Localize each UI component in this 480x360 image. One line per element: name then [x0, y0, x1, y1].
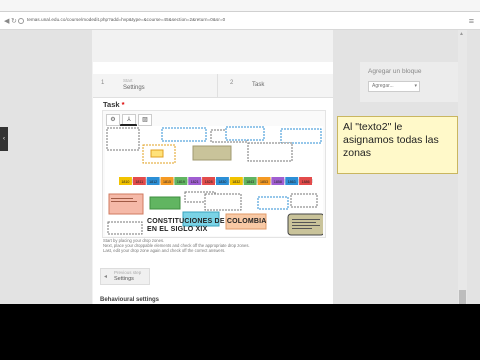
year-label: 1821 [191, 180, 199, 184]
drop-zone[interactable] [290, 193, 318, 208]
drop-zone[interactable] [247, 142, 293, 162]
drop-zone[interactable] [225, 126, 265, 141]
add-block-select[interactable]: Agregar... ▾ [368, 81, 420, 92]
step-number: 2 [230, 80, 234, 86]
side-drawer-toggle[interactable]: ‹ [0, 127, 8, 151]
previous-step-button[interactable]: ◂ Previous step Settings [100, 268, 150, 285]
step-number: 1 [101, 80, 105, 86]
section-heading: Behavioural settings [100, 297, 160, 303]
chevron-up-icon[interactable]: ▲ [459, 31, 464, 37]
chevron-down-icon: ▾ [414, 83, 417, 89]
reload-icon[interactable]: ↻ [11, 17, 17, 25]
year-label: 1853 [260, 180, 268, 184]
year-label: 1815 [163, 180, 171, 184]
scrollbar-thumb[interactable] [459, 290, 466, 304]
step-small-label: Start [123, 78, 133, 83]
drop-zone[interactable] [257, 196, 289, 210]
drop-zone-filled[interactable] [192, 145, 232, 161]
year-label: 1819 [177, 180, 185, 184]
previous-step-small: Previous step [114, 270, 142, 275]
tab-strip [0, 0, 480, 12]
year-label: 1830 [218, 180, 226, 184]
callout-text: Al "texto2" le asignamos todas las zonas [343, 121, 439, 159]
add-block-title: Agregar un bloque [368, 68, 422, 75]
drop-zone[interactable] [204, 193, 242, 211]
drop-zone[interactable] [280, 128, 322, 144]
image-icon[interactable]: ▨ [138, 114, 152, 126]
year-label: 1858 [274, 180, 282, 184]
hint-line: Last, edit your drop zone again and chec… [103, 248, 226, 253]
task-heading: Task * [103, 100, 125, 109]
canvas-heading-line1: CONSTITUCIONES DE COLOMBIA [147, 218, 267, 225]
previous-step-label: Settings [114, 276, 134, 282]
year-label: 1811 [135, 180, 143, 184]
year-label: 1832 [232, 180, 240, 184]
year-label: 1886 [302, 180, 310, 184]
back-icon[interactable]: ◀ [4, 17, 9, 25]
step-task[interactable]: 2 Task [228, 77, 308, 95]
step-label: Task [252, 82, 265, 88]
settings-icon[interactable]: ⚙ [106, 114, 120, 126]
editor-steps: 1 Start Settings 2 Task [93, 74, 333, 98]
drop-zone[interactable] [161, 127, 207, 142]
chevron-left-icon: ◂ [104, 274, 108, 280]
year-label: 1843 [246, 180, 254, 184]
browser-window: ◀ ↻ temas.unal.edu.co/course/modedit.php… [0, 0, 480, 304]
step-label: Settings [123, 85, 145, 91]
step-settings[interactable]: 1 Start Settings [99, 77, 209, 95]
year-label: 1812 [149, 180, 157, 184]
drag-drop-editor: ⚙ ⅄ ▨ Text 1 [102, 110, 326, 238]
annotation-callout: Al "texto2" le asignamos todas las zonas [337, 116, 458, 174]
year-label: 1810 [121, 180, 129, 184]
video-frame: ◀ ↻ temas.unal.edu.co/course/modedit.php… [0, 0, 480, 360]
drop-zone-filled[interactable] [149, 196, 181, 210]
step-divider [217, 74, 218, 98]
canvas-heading: CONSTITUCIONES DE COLOMBIA EN EL SIGLO X… [147, 218, 287, 234]
drop-zone-filled[interactable] [108, 193, 144, 215]
required-marker: * [121, 100, 125, 109]
editor-instructions: Start by placing your drop zones. Next, … [103, 238, 333, 253]
left-gutter: ‹ [0, 30, 92, 304]
lock-icon [18, 18, 24, 24]
drop-zone[interactable] [150, 149, 164, 158]
year-label: 1828 [205, 180, 213, 184]
editor-canvas[interactable]: 1810 1811 1812 1815 1819 1821 1828 1830 1832 1843… [105, 126, 323, 236]
drop-zone[interactable] [107, 221, 143, 235]
drop-zone[interactable] [106, 127, 140, 151]
address-bar[interactable]: ◀ ↻ temas.unal.edu.co/course/modedit.php… [0, 12, 480, 30]
task-title: Task [103, 100, 120, 109]
add-block-select-value: Agregar... [372, 83, 394, 89]
canvas-heading-line2: EN EL SIGLO XIX [147, 226, 208, 233]
menu-icon[interactable]: ≡ [469, 16, 474, 26]
year-label: 1863 [288, 180, 296, 184]
text-element[interactable] [287, 213, 323, 236]
page-scrollbar[interactable] [458, 30, 467, 304]
url-text[interactable]: temas.unal.edu.co/course/modedit.php?add… [27, 17, 225, 22]
